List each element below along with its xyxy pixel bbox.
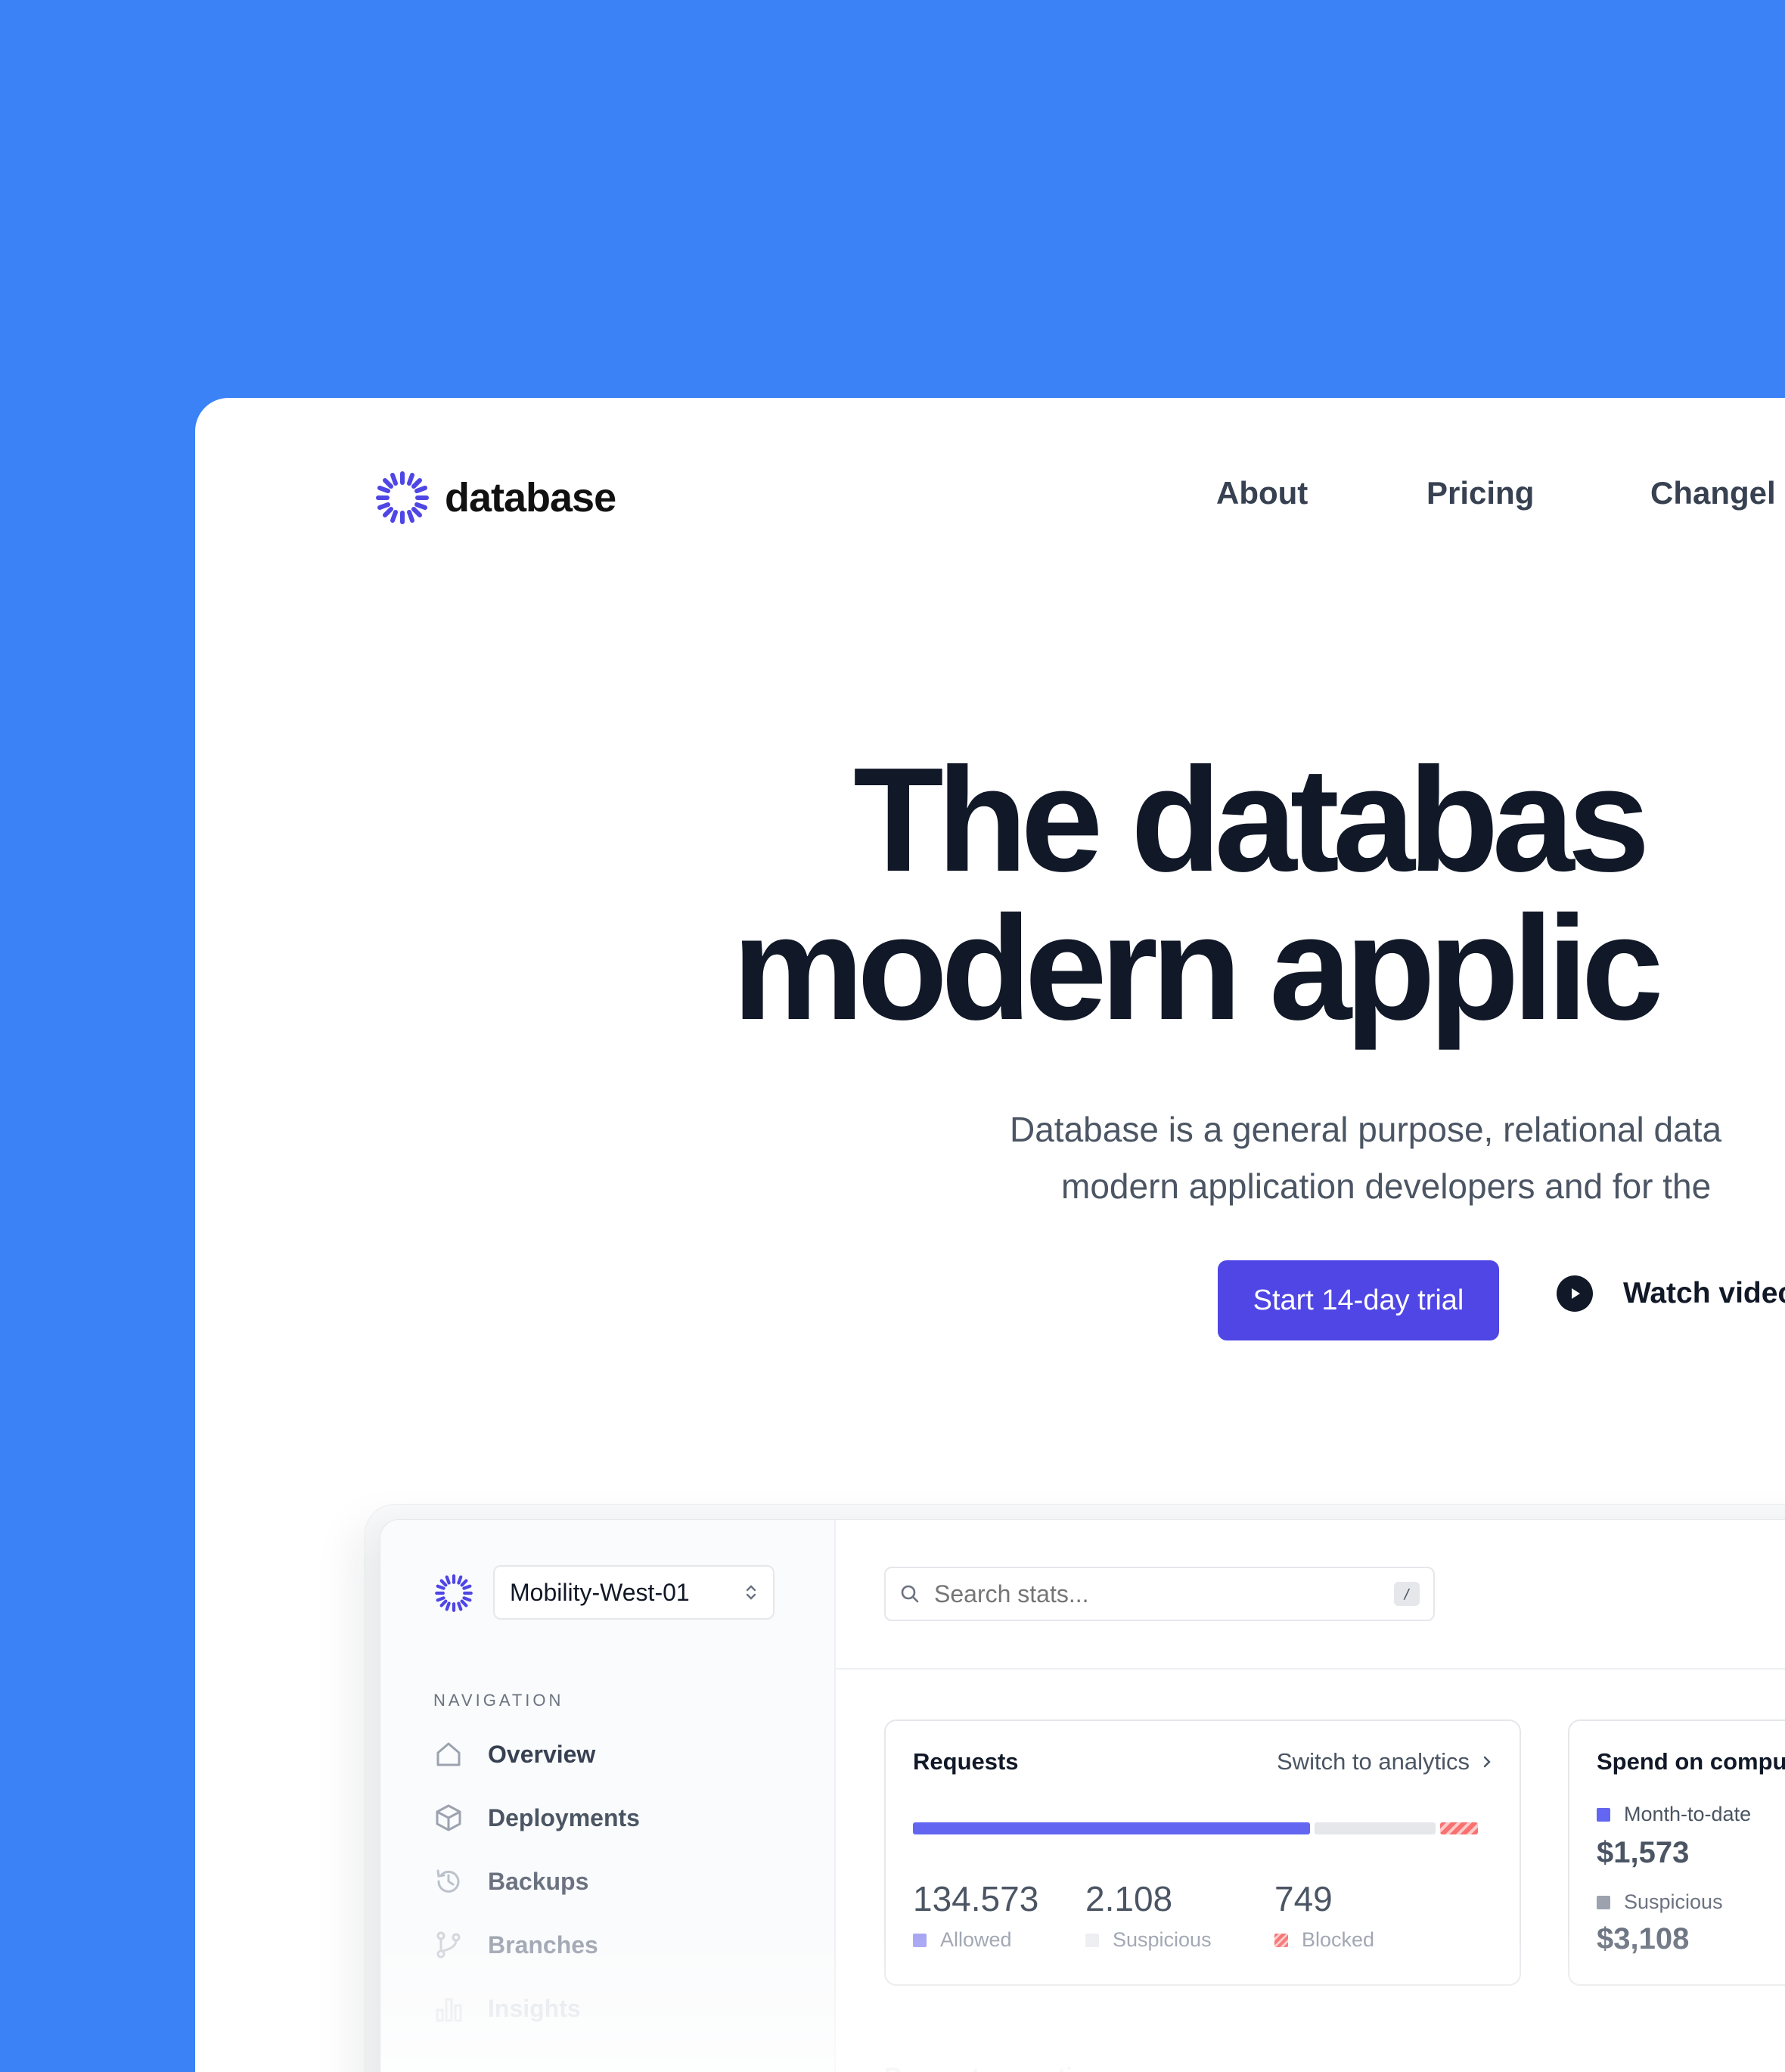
stat-label: Allowed	[940, 1928, 1012, 1951]
chevron-right-icon	[1483, 1756, 1491, 1768]
sidebar-item-overview[interactable]: Overview	[433, 1739, 595, 1769]
nav-link-changelog[interactable]: Changel	[1650, 475, 1776, 511]
legend-swatch	[1274, 1933, 1288, 1947]
hero-title-line-1: The databas	[853, 737, 1650, 902]
sunburst-logo-icon	[435, 1574, 473, 1612]
navigation-heading: NAVIGATION	[433, 1691, 564, 1710]
sunburst-logo-icon	[376, 471, 429, 524]
start-trial-button[interactable]: Start 14-day trial	[1218, 1260, 1499, 1340]
legend-swatch	[1085, 1933, 1099, 1947]
spend-row-month-to-date: Month-to-date	[1597, 1803, 1751, 1826]
sidebar-item-label: Insights	[488, 1994, 581, 2022]
nav-link-about[interactable]: About	[1216, 475, 1308, 511]
legend-swatch	[1597, 1895, 1610, 1909]
app-main: / Requests Switch to analytics	[836, 1520, 1785, 2072]
requests-over-time-heading: Requests over time	[884, 2063, 1107, 2072]
spend-label: Month-to-date	[1624, 1803, 1752, 1825]
history-icon	[436, 1869, 460, 1893]
app-preview: Mobility-West-01 NAVIGATION Overview Dep…	[380, 1519, 1785, 2072]
legend-swatch	[1597, 1807, 1610, 1822]
git-branch-icon	[436, 1931, 461, 1959]
stat-value: 2.108	[1085, 1879, 1173, 1918]
play-icon	[1557, 1275, 1593, 1312]
sidebar-item-branches[interactable]: Branches	[433, 1930, 598, 1960]
stat-blocked: 749 Blocked	[1274, 1878, 1374, 1952]
app-sidebar: Mobility-West-01 NAVIGATION Overview Dep…	[380, 1520, 836, 2072]
home-icon	[436, 1742, 461, 1766]
sidebar-item-deployments[interactable]: Deployments	[433, 1803, 640, 1833]
project-name: Mobility-West-01	[510, 1578, 690, 1606]
site-logo[interactable]: database	[374, 469, 616, 527]
search-input[interactable]	[933, 1579, 1394, 1609]
spend-row-suspicious: Suspicious	[1597, 1890, 1723, 1914]
stat-suspicious: 2.108 Suspicious	[1085, 1878, 1212, 1952]
spend-card: Spend on compu Month-to-date $1,573 Susp…	[1568, 1719, 1785, 1986]
search-box[interactable]: /	[884, 1567, 1435, 1621]
requests-distribution-bar	[913, 1822, 1485, 1834]
bar-chart-icon	[436, 1998, 462, 2022]
hero-subtitle-line-2: modern application developers and for th…	[1061, 1166, 1712, 1206]
sidebar-item-label: Deployments	[488, 1803, 640, 1831]
cube-icon	[436, 1804, 461, 1831]
allowed-segment	[913, 1822, 1310, 1834]
switch-to-analytics-label: Switch to analytics	[1277, 1748, 1470, 1775]
stat-value: 749	[1274, 1879, 1333, 1918]
requests-card: Requests Switch to analytics 134.573 All…	[884, 1719, 1521, 1986]
sidebar-item-insights[interactable]: Insights	[433, 1993, 581, 2024]
sidebar-item-label: Overview	[488, 1740, 596, 1768]
watch-video-button[interactable]: Watch video	[1557, 1275, 1785, 1312]
nav-link-pricing[interactable]: Pricing	[1426, 475, 1534, 511]
logo-wordmark: database	[445, 475, 616, 520]
sidebar-item-label: Backups	[488, 1867, 589, 1895]
chevron-up-down-icon	[746, 1585, 756, 1600]
sidebar-item-backups[interactable]: Backups	[433, 1866, 588, 1896]
legend-swatch	[913, 1933, 927, 1947]
browser-window: database About Pricing Changel The datab…	[195, 398, 1785, 2072]
stat-label: Suspicious	[1113, 1928, 1212, 1951]
hero-title-line-2: modern applic	[732, 885, 1664, 1051]
sidebar-item-label: Branches	[488, 1931, 598, 1959]
stat-allowed: 134.573 Allowed	[913, 1878, 1038, 1952]
stat-value: 134.573	[913, 1879, 1039, 1918]
project-selector[interactable]: Mobility-West-01	[493, 1565, 775, 1620]
spend-title: Spend on compu	[1597, 1748, 1785, 1775]
blocked-segment	[1440, 1822, 1478, 1834]
app-topbar: /	[836, 1520, 1785, 1670]
shortcut-key: /	[1394, 1582, 1420, 1606]
stat-label: Blocked	[1302, 1928, 1375, 1951]
requests-title: Requests	[913, 1748, 1019, 1775]
suspicious-segment	[1315, 1822, 1436, 1834]
hero-title: The databas modern applic	[732, 737, 1785, 1042]
switch-to-analytics-link[interactable]: Switch to analytics	[1277, 1748, 1492, 1775]
hero-subtitle-line-1: Database is a general purpose, relationa…	[1010, 1110, 1722, 1149]
spend-value: $1,573	[1597, 1836, 1690, 1869]
hero-subtitle: Database is a general purpose, relationa…	[951, 1101, 1785, 1215]
spend-value: $3,108	[1597, 1922, 1690, 1956]
search-icon	[901, 1585, 919, 1603]
watch-video-label: Watch video	[1623, 1277, 1785, 1309]
spend-label: Suspicious	[1624, 1890, 1723, 1913]
